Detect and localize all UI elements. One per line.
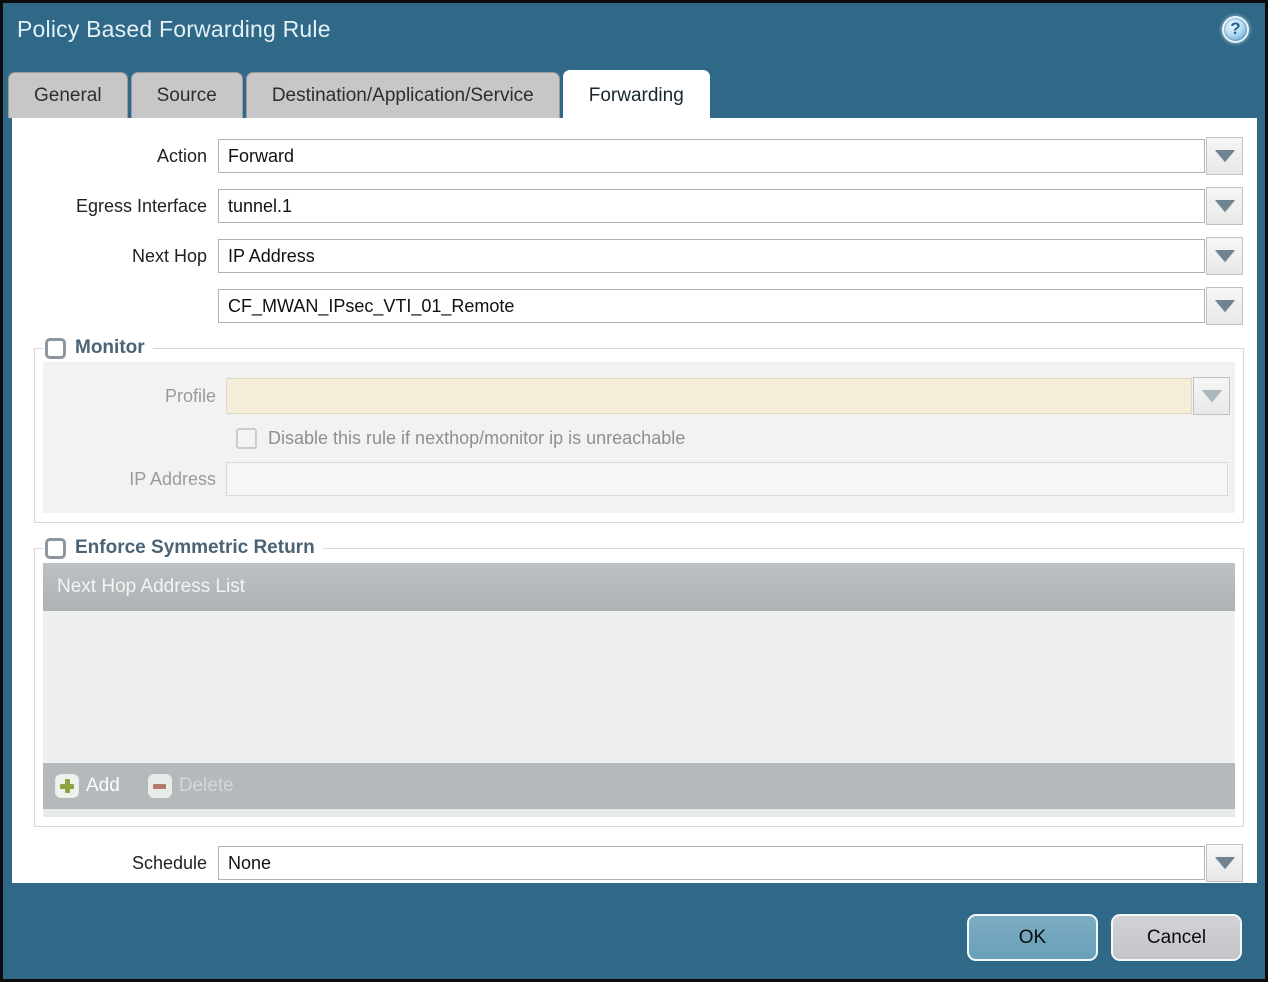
monitor-panel: Profile Disable this rule if nexthop/mon…: [43, 362, 1235, 513]
monitor-legend: Monitor: [43, 337, 153, 359]
minus-icon: [147, 774, 172, 798]
next-hop-type-select[interactable]: IP Address: [218, 239, 1205, 273]
add-button-label: Add: [86, 775, 120, 796]
dialog-title: Policy Based Forwarding Rule: [17, 15, 331, 42]
action-row: Action Forward: [12, 137, 1257, 175]
schedule-row: Schedule None: [12, 844, 1257, 882]
disable-rule-label: Disable this rule if nexthop/monitor ip …: [268, 428, 686, 448]
monitor-group: Monitor Profile Disable this rule if nex…: [34, 337, 1244, 523]
chevron-down-icon: [1214, 857, 1235, 869]
enforce-symmetric-return-group: Enforce Symmetric Return Next Hop Addres…: [34, 537, 1244, 827]
profile-dropdown-button: [1193, 377, 1230, 415]
action-label: Action: [156, 145, 207, 166]
tab-general[interactable]: General: [8, 72, 128, 118]
dialog-titlebar: Policy Based Forwarding Rule ?: [3, 3, 1265, 55]
add-button[interactable]: Add: [55, 774, 120, 798]
profile-select[interactable]: [226, 378, 1192, 414]
tab-source[interactable]: Source: [130, 72, 243, 118]
disable-rule-row: Disable this rule if nexthop/monitor ip …: [236, 428, 1230, 449]
chevron-down-icon: [1214, 300, 1235, 312]
egress-interface-row: Egress Interface tunnel.1: [12, 187, 1257, 225]
action-select[interactable]: Forward: [218, 139, 1205, 173]
egress-interface-label: Egress Interface: [75, 195, 207, 216]
enforce-symmetric-return-legend: Enforce Symmetric Return: [43, 537, 323, 559]
monitor-group-label: Monitor: [75, 337, 145, 358]
forwarding-tab-panel: Action Forward Egress Interface tunnel.1…: [12, 118, 1257, 883]
schedule-dropdown-button[interactable]: [1206, 844, 1243, 882]
table-header: Next Hop Address List: [43, 563, 1235, 611]
monitor-ip-address-input: [226, 462, 1228, 496]
chevron-down-icon: [1214, 150, 1235, 162]
chevron-down-icon: [1214, 250, 1235, 262]
enforce-symmetric-return-checkbox[interactable]: [45, 537, 66, 559]
egress-interface-dropdown-button[interactable]: [1206, 187, 1243, 225]
plus-icon: [55, 774, 79, 798]
next-hop-label: Next Hop: [131, 245, 207, 266]
tab-bar: General Source Destination/Application/S…: [3, 69, 1265, 119]
table-bottom-strip: [43, 809, 1235, 817]
table-footer: Add Delete: [43, 763, 1235, 809]
schedule-select[interactable]: None: [218, 846, 1205, 880]
chevron-down-icon: [1214, 200, 1235, 212]
delete-button: Delete: [147, 774, 234, 798]
enforce-symmetric-return-label: Enforce Symmetric Return: [75, 537, 315, 558]
ok-button[interactable]: OK: [967, 914, 1098, 961]
next-hop-address-row: CF_MWAN_IPsec_VTI_01_Remote: [12, 287, 1257, 325]
next-hop-type-dropdown-button[interactable]: [1206, 237, 1243, 275]
tab-destination-application-service[interactable]: Destination/Application/Service: [245, 72, 560, 118]
action-dropdown-button[interactable]: [1206, 137, 1243, 175]
policy-based-forwarding-dialog: Policy Based Forwarding Rule ? General S…: [0, 0, 1268, 982]
cancel-button[interactable]: Cancel: [1111, 914, 1242, 961]
schedule-label: Schedule: [131, 852, 207, 873]
profile-label: Profile: [164, 385, 216, 406]
disable-rule-checkbox: [236, 428, 257, 449]
next-hop-row: Next Hop IP Address: [12, 237, 1257, 275]
tab-forwarding[interactable]: Forwarding: [562, 70, 710, 119]
chevron-down-icon: [1201, 390, 1222, 402]
monitor-checkbox[interactable]: [45, 337, 66, 359]
monitor-profile-row: Profile: [43, 377, 1230, 415]
egress-interface-select[interactable]: tunnel.1: [218, 189, 1205, 223]
next-hop-address-list-table: Next Hop Address List Add Delete: [43, 563, 1235, 817]
monitor-ip-address-label: IP Address: [129, 468, 216, 489]
monitor-ip-address-row: IP Address: [43, 462, 1230, 496]
dialog-footer: OK Cancel: [3, 883, 1265, 979]
table-body[interactable]: [43, 611, 1235, 763]
help-icon[interactable]: ?: [1222, 15, 1249, 43]
next-hop-address-dropdown-button[interactable]: [1206, 287, 1243, 325]
next-hop-address-select[interactable]: CF_MWAN_IPsec_VTI_01_Remote: [218, 289, 1205, 323]
delete-button-label: Delete: [178, 775, 234, 796]
